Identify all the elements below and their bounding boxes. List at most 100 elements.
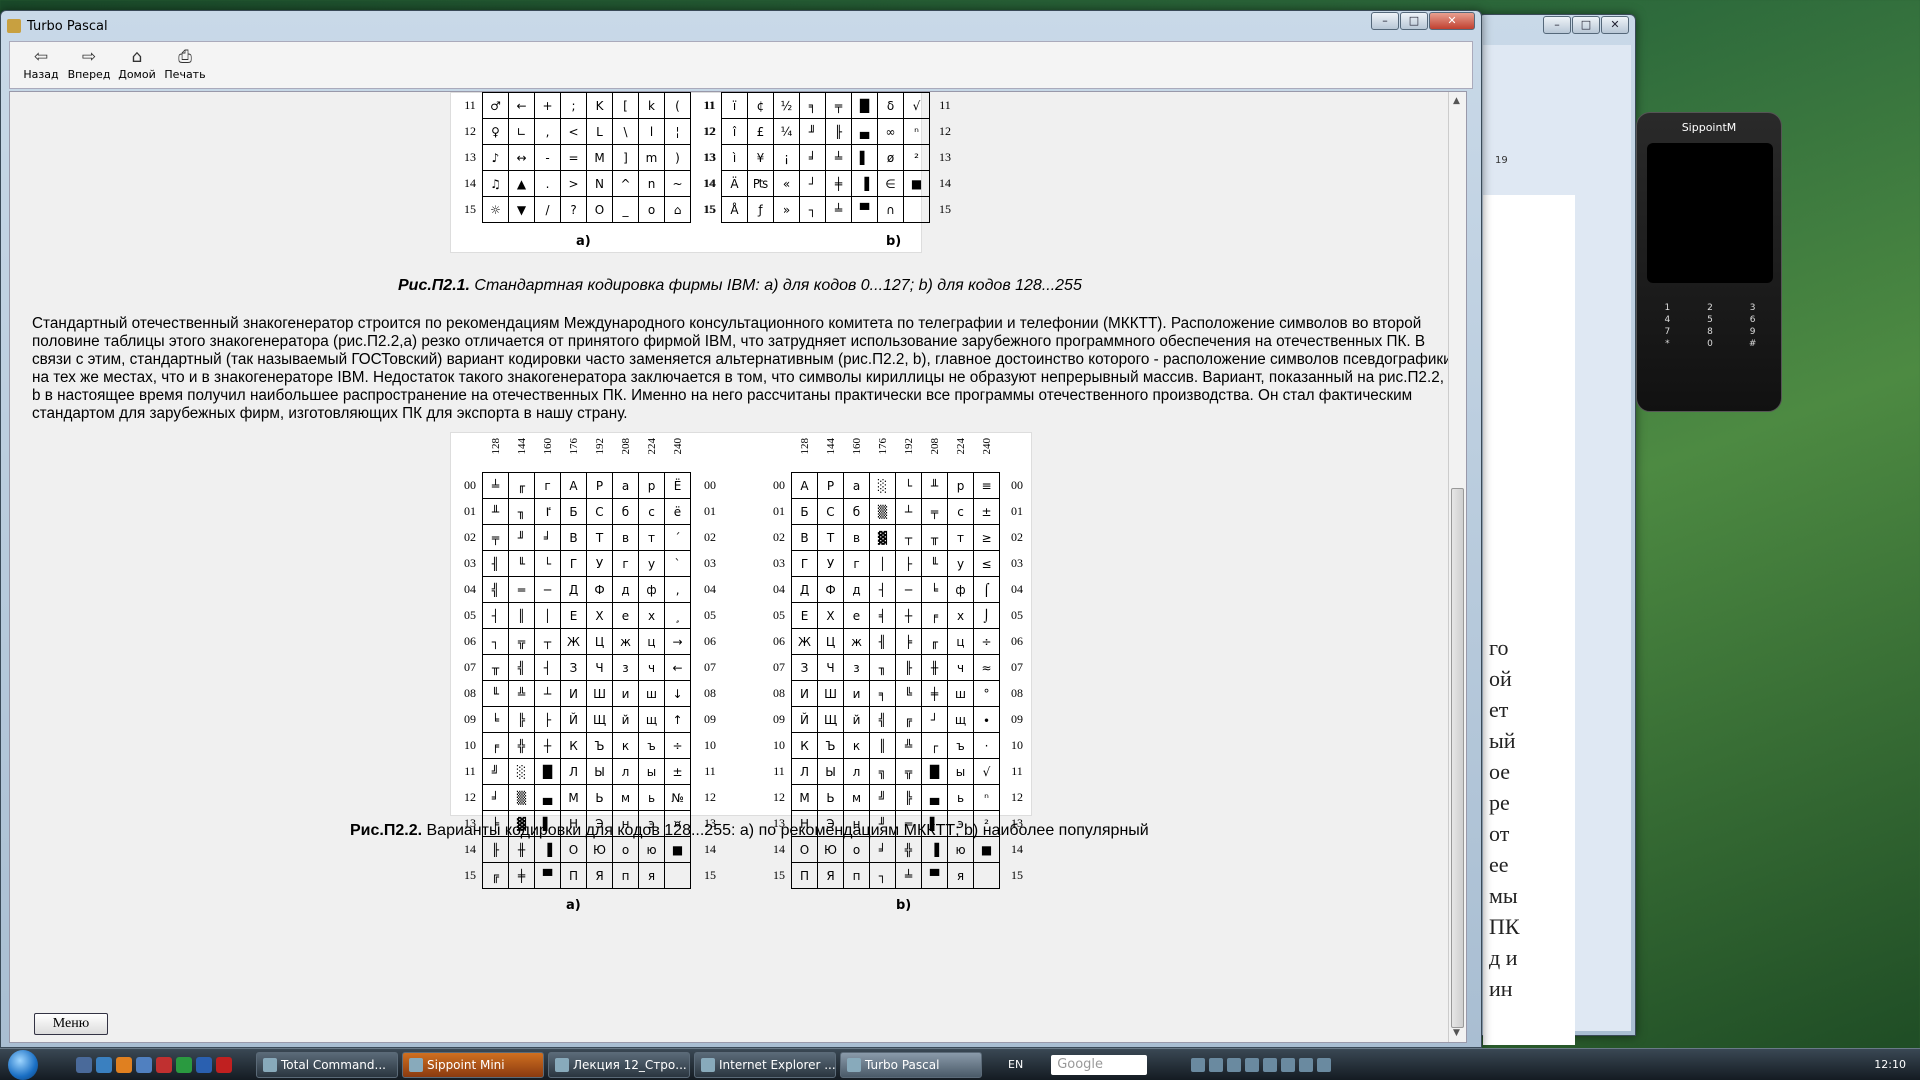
char-cell: Е bbox=[560, 602, 587, 629]
char-cell: Ф bbox=[586, 576, 613, 603]
phone-key[interactable]: 9 bbox=[1732, 327, 1773, 337]
char-cell bbox=[973, 862, 1000, 889]
char-cell: ╢ bbox=[482, 550, 509, 577]
table-row: А Ра ░ └ ╨ р ≡ bbox=[791, 472, 1000, 499]
tray-icon[interactable] bbox=[1227, 1057, 1242, 1072]
phone-key[interactable]: 2 bbox=[1690, 303, 1731, 313]
char-cell: ╖ bbox=[869, 654, 896, 681]
scroll-up-icon[interactable]: ▲ bbox=[1453, 96, 1460, 106]
char-cell: Д bbox=[791, 576, 818, 603]
char-cell: т bbox=[947, 524, 974, 551]
char-cell: ▄ bbox=[534, 784, 561, 811]
word-minimize-button[interactable]: – bbox=[1543, 16, 1571, 34]
char-cell: Я bbox=[817, 862, 844, 889]
char-cell: л bbox=[612, 758, 639, 785]
tray-icon[interactable] bbox=[1317, 1057, 1332, 1072]
char-cell: ▀ bbox=[851, 196, 878, 223]
char-cell: < bbox=[560, 118, 587, 145]
phone-key[interactable]: 5 bbox=[1690, 315, 1731, 325]
task-4[interactable]: Turbo Pascal bbox=[840, 1051, 982, 1078]
phone-key[interactable]: 4 bbox=[1647, 315, 1688, 325]
char-cell: ┤ bbox=[534, 654, 561, 681]
start-button[interactable] bbox=[0, 1049, 46, 1080]
tray-icon[interactable] bbox=[1245, 1057, 1260, 1072]
language-indicator[interactable]: EN bbox=[1008, 1058, 1023, 1071]
char-cell: ы bbox=[638, 758, 665, 785]
task-0[interactable]: Total Command... bbox=[256, 1051, 398, 1078]
excel-icon[interactable] bbox=[176, 1056, 192, 1073]
phone-key[interactable]: 3 bbox=[1732, 303, 1773, 313]
tray-icon[interactable] bbox=[1263, 1057, 1278, 1072]
column-header: 176 bbox=[568, 438, 580, 455]
char-cell: ┴ bbox=[534, 680, 561, 707]
char-cell: Х bbox=[817, 602, 844, 629]
phone-key[interactable]: 8 bbox=[1690, 327, 1731, 337]
minimize-button[interactable]: – bbox=[1371, 12, 1399, 30]
acrobat-icon[interactable] bbox=[156, 1056, 172, 1073]
code-table: ï ¢ ½ ╕ ╤ █ δ √ î £ ¼ ╜ ╟ ▄ ∞ ⁿ ì ¥ ¡ ╛ ╧ ▌ ø ² Ä ₧ «┘ ╪ ▐ ∈ ■ Åƒ» ┐ ╧ ▀ ∩ bbox=[721, 92, 930, 223]
phone-key[interactable]: 7 bbox=[1647, 327, 1688, 337]
char-cell: я bbox=[638, 862, 665, 889]
toolbar-button-home[interactable]: ⌂ Домой bbox=[116, 46, 158, 84]
char-cell: - bbox=[534, 144, 561, 171]
toolbar-button-printer[interactable]: ⎙ Печать bbox=[164, 46, 206, 84]
window-titlebar[interactable]: Turbo Pascal bbox=[1, 11, 1481, 41]
word-maximize-button[interactable]: □ bbox=[1572, 16, 1600, 34]
forward-arrow-icon: ⇨ bbox=[81, 47, 97, 67]
tray-icon[interactable] bbox=[1299, 1057, 1314, 1072]
word-window[interactable]: – □ ✕ 19 го ой ет ый ое ре от ее мы ПК д и ин bbox=[1478, 14, 1636, 1045]
toolbar-button-forward-arrow[interactable]: ⇨ Вперед bbox=[67, 46, 111, 84]
char-cell: / bbox=[534, 196, 561, 223]
scrollbar-thumb[interactable] bbox=[1451, 488, 1464, 1028]
outlook-icon[interactable] bbox=[96, 1056, 112, 1073]
phone-key[interactable]: * bbox=[1647, 339, 1688, 349]
table-row: В Тв ▓ ┬ ╥ т ≥ bbox=[791, 524, 1000, 551]
char-cell: ` bbox=[664, 550, 691, 577]
opera-icon[interactable] bbox=[216, 1056, 232, 1073]
printer-icon: ⎙ bbox=[178, 47, 192, 67]
turbo-pascal-window[interactable]: Turbo Pascal – □ ✕ ⇦ Назад ⇨ Вперед ⌂ Домой ⎙ П… bbox=[0, 10, 1482, 1048]
table-row: ╤ ╜ ╛ В Тв т ´ bbox=[482, 524, 691, 551]
task-3[interactable]: Internet Explorer ... bbox=[694, 1051, 836, 1078]
column-header: 240 bbox=[672, 438, 684, 455]
row-number: 12 bbox=[464, 124, 476, 138]
row-number: 09 bbox=[704, 712, 716, 726]
phone-key[interactable]: 0 bbox=[1690, 339, 1731, 349]
char-cell: ■ bbox=[664, 836, 691, 863]
word-close-button[interactable]: ✕ bbox=[1601, 16, 1629, 34]
task-2[interactable]: Лекция 12_Стро... bbox=[548, 1051, 690, 1078]
word-zoom: 19 bbox=[1495, 155, 1508, 166]
tray-icon[interactable] bbox=[1191, 1057, 1206, 1072]
row-number: 14 bbox=[464, 842, 476, 856]
vertical-scrollbar[interactable]: ▲ ▼ bbox=[1448, 92, 1466, 1042]
sippoint-phone[interactable]: SippointM 1 2 3 4 5 6 7 8 9 * 0 # bbox=[1636, 112, 1782, 412]
row-number: 15 bbox=[704, 868, 716, 882]
char-cell: m bbox=[638, 144, 665, 171]
toolbar-button-back-arrow[interactable]: ⇦ Назад bbox=[20, 46, 62, 84]
media-icon[interactable] bbox=[116, 1056, 132, 1073]
word-icon[interactable] bbox=[196, 1056, 212, 1073]
menu-button[interactable]: Меню bbox=[34, 1013, 108, 1035]
search-input[interactable]: Google bbox=[1051, 1054, 1148, 1075]
phone-key[interactable]: 1 bbox=[1647, 303, 1688, 313]
char-cell: l bbox=[638, 118, 665, 145]
char-cell: ╧ bbox=[482, 472, 509, 499]
toolbar-label: Вперед bbox=[67, 68, 111, 81]
maximize-button[interactable]: □ bbox=[1400, 12, 1428, 30]
char-cell: ы bbox=[947, 758, 974, 785]
char-cell: х bbox=[947, 602, 974, 629]
close-button[interactable]: ✕ bbox=[1429, 12, 1475, 30]
table-row: О Юо ╛ ╬ ▐ ю ■ bbox=[791, 836, 1000, 863]
tray-icon[interactable] bbox=[1281, 1057, 1296, 1072]
task-1[interactable]: Sippoint Mini bbox=[402, 1051, 544, 1078]
folder-icon[interactable] bbox=[136, 1056, 152, 1073]
show-desktop-icon[interactable] bbox=[76, 1056, 92, 1073]
phone-key[interactable]: 6 bbox=[1732, 315, 1773, 325]
tray-icon[interactable] bbox=[1209, 1057, 1224, 1072]
char-cell: ╪ bbox=[825, 170, 852, 197]
char-cell: З bbox=[791, 654, 818, 681]
scroll-down-icon[interactable]: ▼ bbox=[1453, 1028, 1460, 1038]
clock[interactable]: 12:10 bbox=[1874, 1058, 1906, 1071]
char-cell: ↔ bbox=[508, 144, 535, 171]
phone-key[interactable]: # bbox=[1732, 339, 1773, 349]
